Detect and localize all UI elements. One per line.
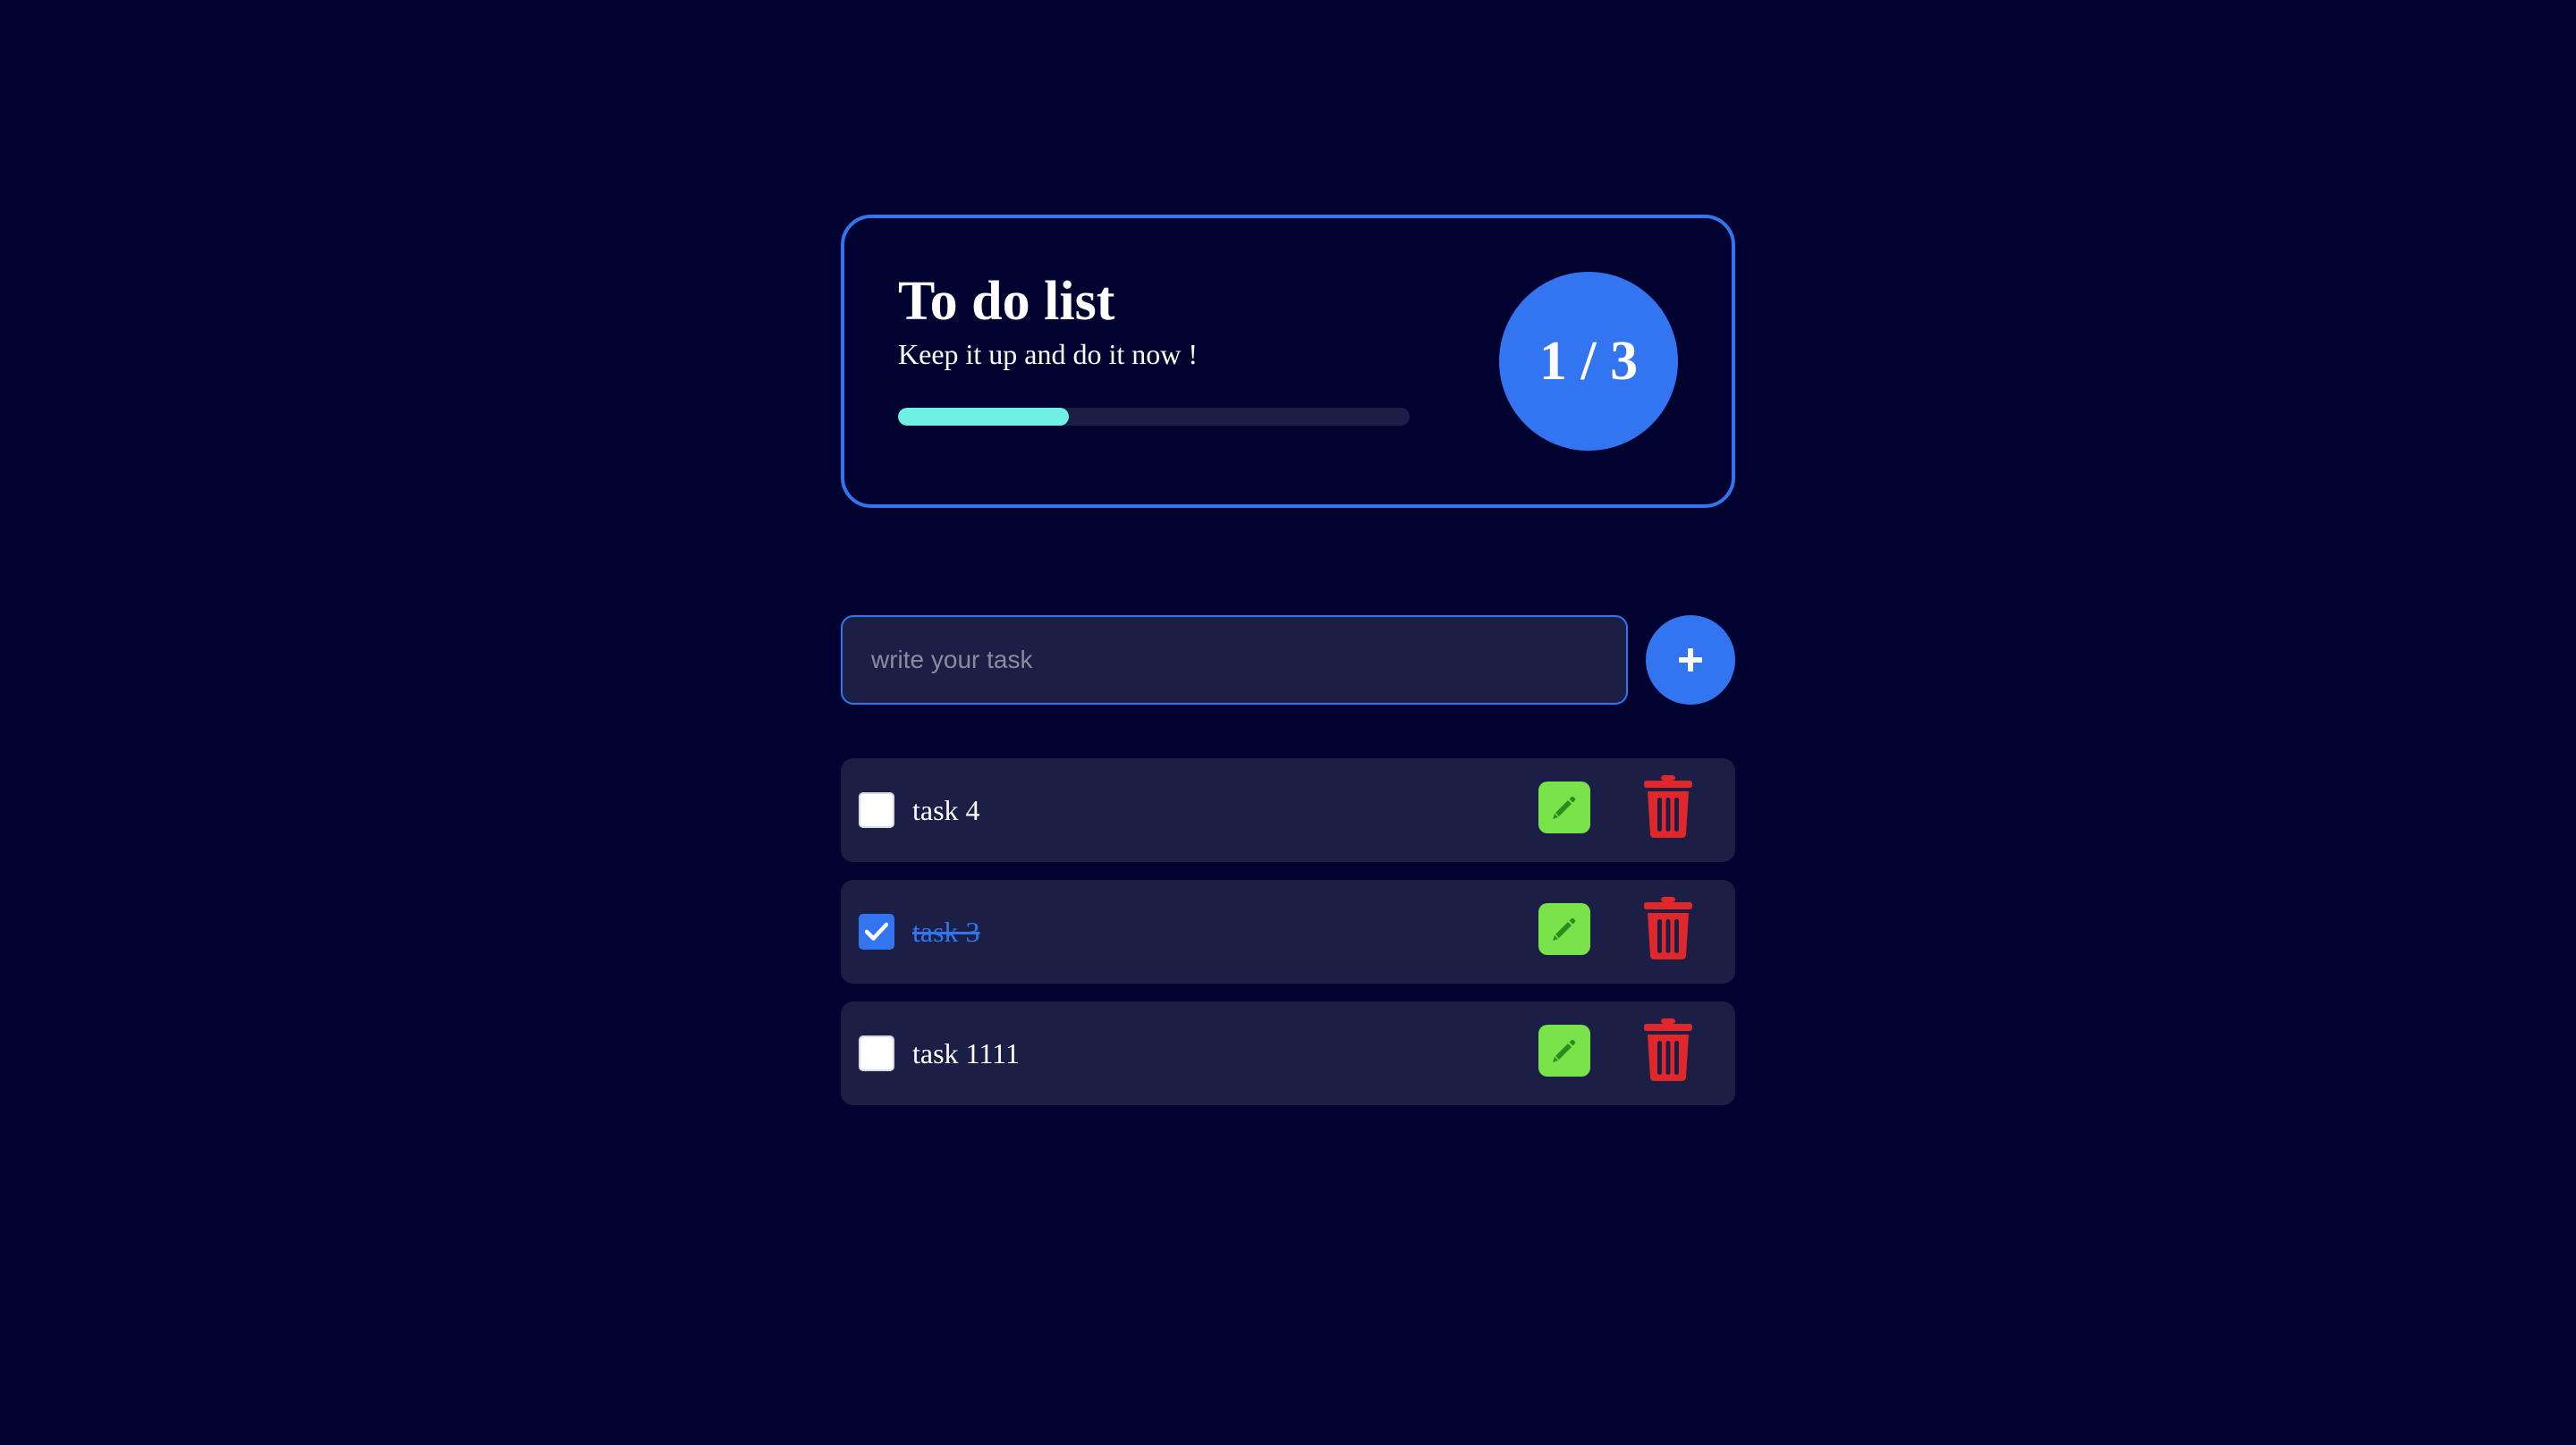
task-label: task 3 xyxy=(912,916,980,948)
progress-bar xyxy=(898,408,1410,426)
task-item: task 3 xyxy=(841,880,1735,984)
edit-task-button[interactable] xyxy=(1538,903,1590,955)
task-counter: 1 / 3 xyxy=(1499,272,1678,451)
edit-task-button[interactable] xyxy=(1538,1025,1590,1077)
task-checkbox[interactable] xyxy=(859,792,894,828)
task-item: task 4 xyxy=(841,758,1735,862)
todo-app: To do list Keep it up and do it now ! 1 … xyxy=(841,215,1735,1105)
trash-icon xyxy=(1644,775,1692,838)
task-label: task 4 xyxy=(912,794,980,826)
task-label: task 1111 xyxy=(912,1037,1020,1069)
task-checkbox[interactable] xyxy=(859,1035,894,1071)
delete-task-button[interactable] xyxy=(1640,1018,1696,1082)
pencil-icon xyxy=(1553,1039,1576,1062)
delete-task-button[interactable] xyxy=(1640,896,1696,960)
task-list: task 4 task 3 task 1111 xyxy=(841,758,1735,1123)
trash-icon xyxy=(1644,1018,1692,1081)
task-checkbox[interactable] xyxy=(859,914,894,950)
stats-card: To do list Keep it up and do it now ! 1 … xyxy=(841,215,1735,508)
page-subtitle: Keep it up and do it now ! xyxy=(898,338,1199,370)
add-task-button[interactable] xyxy=(1646,615,1735,705)
add-task-form xyxy=(841,615,1735,705)
task-item: task 1111 xyxy=(841,1001,1735,1105)
page-title: To do list xyxy=(898,271,1115,332)
pencil-icon xyxy=(1553,796,1576,819)
task-input[interactable] xyxy=(841,615,1628,705)
edit-task-button[interactable] xyxy=(1538,782,1590,833)
delete-task-button[interactable] xyxy=(1640,774,1696,839)
plus-icon xyxy=(1679,648,1702,672)
progress-bar-fill xyxy=(898,408,1069,426)
trash-icon xyxy=(1644,897,1692,959)
checkmark-icon xyxy=(865,922,888,941)
pencil-icon xyxy=(1553,917,1576,941)
